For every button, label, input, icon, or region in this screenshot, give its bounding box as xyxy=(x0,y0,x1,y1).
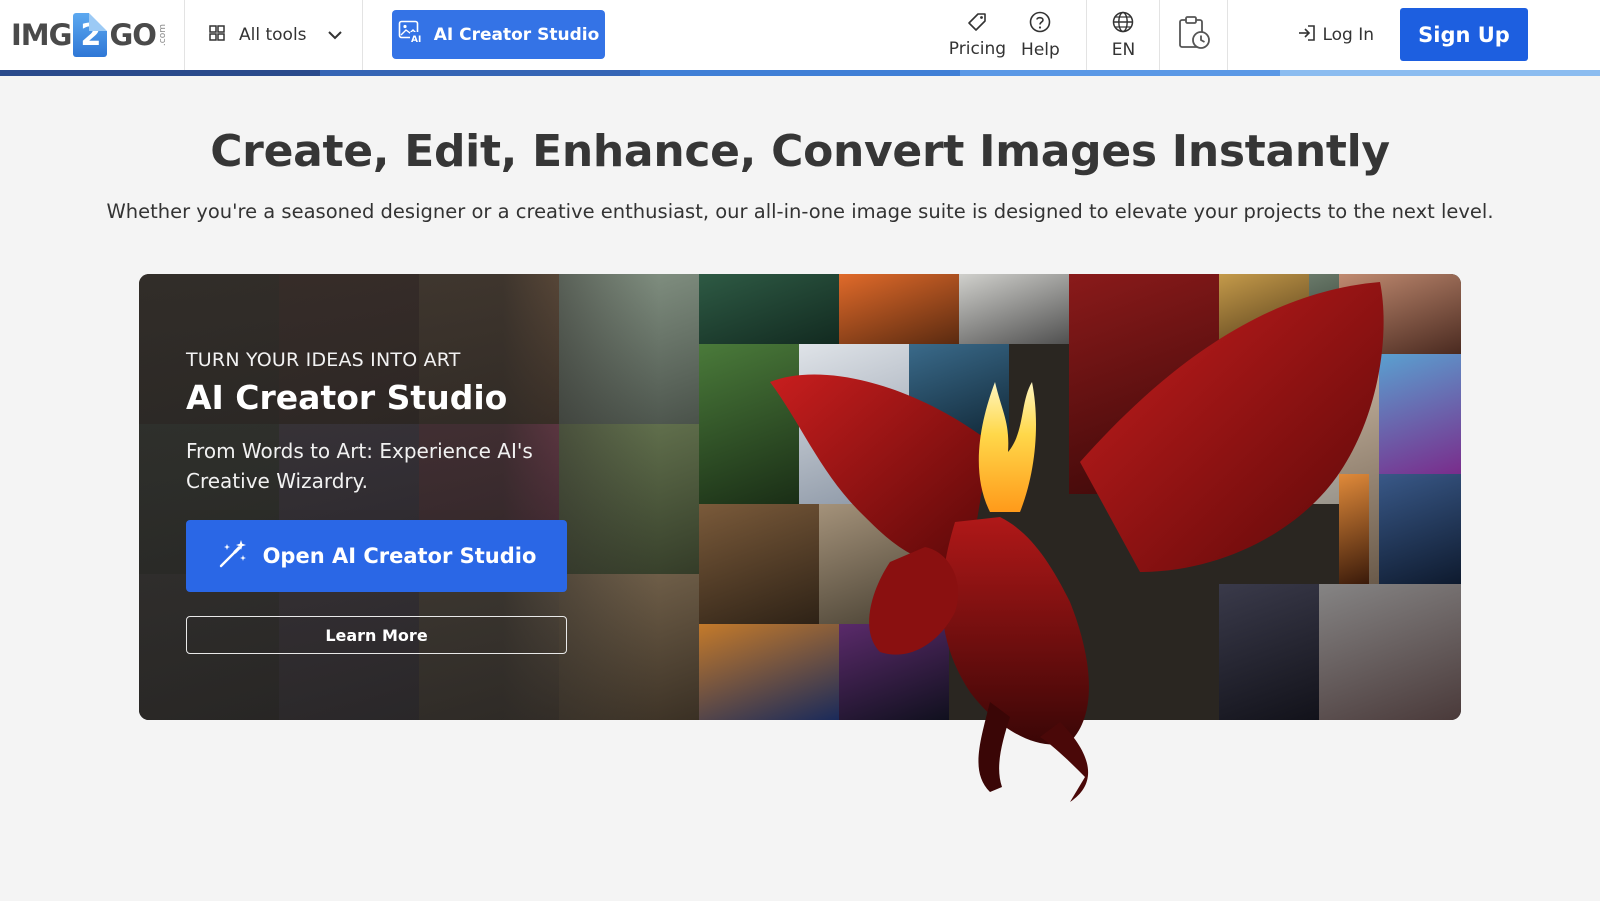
all-tools-label: All tools xyxy=(239,25,307,45)
svg-text:AI: AI xyxy=(411,35,421,44)
page-subtitle: Whether you're a seasoned designer or a … xyxy=(106,200,1494,223)
question-circle-icon xyxy=(1029,11,1051,38)
open-ai-creator-studio-label: Open AI Creator Studio xyxy=(262,544,537,568)
header-color-stripe xyxy=(0,70,1600,76)
banner-description: From Words to Art: Experience AI's Creat… xyxy=(186,439,533,493)
img2go-logo[interactable]: IMG 2 GO .com xyxy=(0,0,185,70)
header-end-spacer xyxy=(1528,0,1600,70)
history-button[interactable] xyxy=(1160,0,1229,70)
ai-creator-banner: TURN YOUR IDEAS INTO ART AI Creator Stud… xyxy=(139,274,1461,720)
header-spacer xyxy=(605,0,942,70)
pricing-link[interactable]: Pricing xyxy=(942,0,1012,70)
page-title: Create, Edit, Enhance, Convert Images In… xyxy=(210,126,1390,177)
chevron-down-icon xyxy=(327,25,343,45)
logo-digit: 2 xyxy=(73,13,108,57)
login-label: Log In xyxy=(1322,25,1374,45)
login-arrow-icon xyxy=(1298,24,1316,46)
logo-suffix: GO xyxy=(109,18,156,52)
clipboard-clock-icon xyxy=(1177,15,1211,55)
help-link[interactable]: Help xyxy=(1012,0,1068,70)
logo-tld: .com xyxy=(157,23,168,47)
ai-creator-studio-nav-label: AI Creator Studio xyxy=(433,24,600,45)
logo-prefix: IMG xyxy=(11,18,72,52)
tag-icon xyxy=(967,12,987,37)
open-ai-creator-studio-button[interactable]: Open AI Creator Studio xyxy=(186,520,567,592)
banner-eyebrow: TURN YOUR IDEAS INTO ART xyxy=(186,349,461,371)
globe-icon xyxy=(1112,11,1134,38)
pricing-label: Pricing xyxy=(948,38,1007,59)
magic-wand-icon xyxy=(217,538,249,575)
top-navigation: IMG 2 GO .com All tools AI AI Creator St… xyxy=(0,0,1600,70)
language-selector[interactable]: EN xyxy=(1086,0,1161,70)
help-label: Help xyxy=(1021,39,1060,60)
grid-icon xyxy=(209,24,225,46)
ai-creator-studio-nav-button[interactable]: AI AI Creator Studio xyxy=(392,10,605,59)
banner-title: AI Creator Studio xyxy=(186,378,508,417)
ai-image-icon: AI xyxy=(398,20,424,49)
all-tools-dropdown[interactable]: All tools xyxy=(185,0,363,70)
login-link[interactable]: Log In xyxy=(1298,0,1374,70)
language-label: EN xyxy=(1111,39,1136,60)
signup-button[interactable]: Sign Up xyxy=(1400,8,1528,61)
learn-more-button[interactable]: Learn More xyxy=(186,616,567,654)
